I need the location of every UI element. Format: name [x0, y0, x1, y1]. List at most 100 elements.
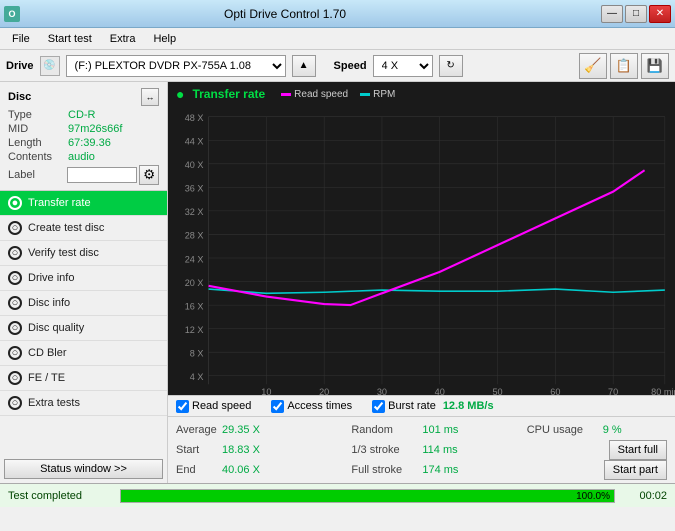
svg-text:36 X: 36 X	[185, 183, 204, 193]
svg-text:40 X: 40 X	[185, 160, 204, 170]
nav-fe-te[interactable]: ○ FE / TE	[0, 366, 167, 391]
svg-text:28 X: 28 X	[185, 231, 204, 241]
sidebar: Disc ↔ Type CD-R MID 97m26s66f Length 67…	[0, 82, 168, 483]
cpu-value: 9 %	[603, 424, 633, 436]
nav-icon-disc-quality: ○	[8, 321, 22, 335]
save-button[interactable]: 💾	[641, 53, 669, 79]
status-bar: Test completed 100.0% 00:02	[0, 483, 675, 507]
start-full-button[interactable]: Start full	[609, 440, 667, 460]
access-times-checkbox-item: Access times	[271, 400, 352, 413]
svg-text:8 X: 8 X	[190, 348, 204, 358]
cpu-label: CPU usage	[527, 424, 597, 436]
end-value: 40.06 X	[222, 464, 272, 476]
random-value: 101 ms	[422, 424, 467, 436]
nav-transfer-rate[interactable]: ● Transfer rate	[0, 191, 167, 216]
main-content: Disc ↔ Type CD-R MID 97m26s66f Length 67…	[0, 82, 675, 483]
menu-extra[interactable]: Extra	[102, 29, 144, 49]
access-times-checkbox[interactable]	[271, 400, 284, 413]
nav-extra-tests[interactable]: ○ Extra tests	[0, 391, 167, 416]
stats-col-1: Average 29.35 X Start 18.83 X End 40.06 …	[176, 421, 351, 479]
disc-length-row: Length 67:39.36	[4, 136, 163, 150]
nav-drive-info[interactable]: ○ Drive info	[0, 266, 167, 291]
stroke-value: 114 ms	[422, 444, 467, 456]
window-controls: — □ ✕	[601, 5, 671, 23]
svg-text:50: 50	[492, 387, 502, 395]
app-title: Opti Drive Control 1.70	[224, 7, 346, 21]
disc-refresh-button[interactable]: ↔	[141, 88, 159, 106]
menu-start-test[interactable]: Start test	[40, 29, 100, 49]
average-value: 29.35 X	[222, 424, 272, 436]
menu-help[interactable]: Help	[145, 29, 184, 49]
cpu-row: CPU usage 9 %	[527, 421, 667, 439]
nav-icon-verify-test: ○	[8, 246, 22, 260]
status-window-button[interactable]: Status window >>	[4, 459, 163, 479]
toolbar-buttons: 🧹 📋 💾	[579, 53, 669, 79]
stats-col-2: Random 101 ms 1/3 stroke 114 ms Full str…	[351, 421, 526, 479]
svg-text:80 min: 80 min	[651, 387, 675, 395]
full-stroke-value: 174 ms	[422, 464, 467, 476]
nav-cd-bler[interactable]: ○ CD Bler	[0, 341, 167, 366]
drive-select[interactable]: (F:) PLEXTOR DVDR PX-755A 1.08	[66, 55, 286, 77]
svg-text:10: 10	[261, 387, 271, 395]
minimize-button[interactable]: —	[601, 5, 623, 23]
burst-rate-checkbox-label: Burst rate	[388, 400, 436, 412]
start-value: 18.83 X	[222, 444, 272, 456]
disc-length-label: Length	[8, 137, 68, 149]
title-bar-left: O Opti Drive Control 1.70	[4, 6, 346, 22]
speed-refresh-button[interactable]: ↻	[439, 55, 463, 77]
legend-read-speed-color	[281, 93, 291, 96]
erase-button[interactable]: 🧹	[579, 53, 607, 79]
stroke-row: 1/3 stroke 114 ms	[351, 441, 526, 459]
nav-create-test-disc[interactable]: ○ Create test disc	[0, 216, 167, 241]
nav-icon-drive-info: ○	[8, 271, 22, 285]
access-times-checkbox-label: Access times	[287, 400, 352, 412]
end-row: End 40.06 X	[176, 461, 351, 479]
average-label: Average	[176, 424, 216, 436]
legend-read-speed-label: Read speed	[294, 89, 348, 100]
burst-rate-value: 12.8 MB/s	[443, 400, 494, 412]
chart-legend: Read speed RPM	[281, 89, 395, 100]
chart-area: 48 X 44 X 40 X 36 X 32 X 28 X 24 X 20 X …	[168, 106, 675, 395]
svg-text:20: 20	[319, 387, 329, 395]
copy-button[interactable]: 📋	[610, 53, 638, 79]
read-speed-checkbox-label: Read speed	[192, 400, 251, 412]
svg-text:40: 40	[435, 387, 445, 395]
end-label: End	[176, 464, 216, 476]
svg-text:44 X: 44 X	[185, 136, 204, 146]
speed-select[interactable]: 4 X	[373, 55, 433, 77]
disc-label-gear-button[interactable]: ⚙	[139, 165, 159, 185]
nav-disc-info[interactable]: ○ Disc info	[0, 291, 167, 316]
progress-text: 100.0%	[576, 490, 610, 504]
nav-verify-test-disc[interactable]: ○ Verify test disc	[0, 241, 167, 266]
disc-length-value: 67:39.36	[68, 137, 111, 149]
random-row: Random 101 ms	[351, 421, 526, 439]
close-button[interactable]: ✕	[649, 5, 671, 23]
nav-icon-transfer-rate: ●	[8, 196, 22, 210]
nav-disc-quality[interactable]: ○ Disc quality	[0, 316, 167, 341]
read-speed-checkbox[interactable]	[176, 400, 189, 413]
disc-header: Disc ↔	[4, 86, 163, 108]
menu-file[interactable]: File	[4, 29, 38, 49]
burst-rate-checkbox[interactable]	[372, 400, 385, 413]
disc-label-input[interactable]	[67, 167, 137, 183]
stats-col-3: CPU usage 9 % Start full Start part	[527, 421, 667, 479]
start-full-row: Start full	[527, 441, 667, 459]
disc-label-row: Label ⚙	[4, 164, 163, 186]
svg-text:60: 60	[550, 387, 560, 395]
nav-label-create-test: Create test disc	[28, 222, 104, 234]
start-part-button[interactable]: Start part	[604, 460, 667, 480]
app-icon: O	[4, 6, 20, 22]
stats-bar: Average 29.35 X Start 18.83 X End 40.06 …	[168, 417, 675, 483]
chart-title: Transfer rate	[192, 87, 265, 101]
svg-text:20 X: 20 X	[185, 278, 204, 288]
svg-text:70: 70	[608, 387, 618, 395]
drive-icon: 💿	[40, 56, 60, 76]
disc-header-text: Disc	[8, 91, 31, 103]
eject-button[interactable]: ▲	[292, 55, 316, 77]
legend-rpm-color	[360, 93, 370, 96]
status-time: 00:02	[627, 490, 667, 502]
progress-bar	[121, 490, 614, 502]
disc-panel: Disc ↔ Type CD-R MID 97m26s66f Length 67…	[0, 82, 167, 191]
maximize-button[interactable]: □	[625, 5, 647, 23]
nav-label-cd-bler: CD Bler	[28, 347, 67, 359]
